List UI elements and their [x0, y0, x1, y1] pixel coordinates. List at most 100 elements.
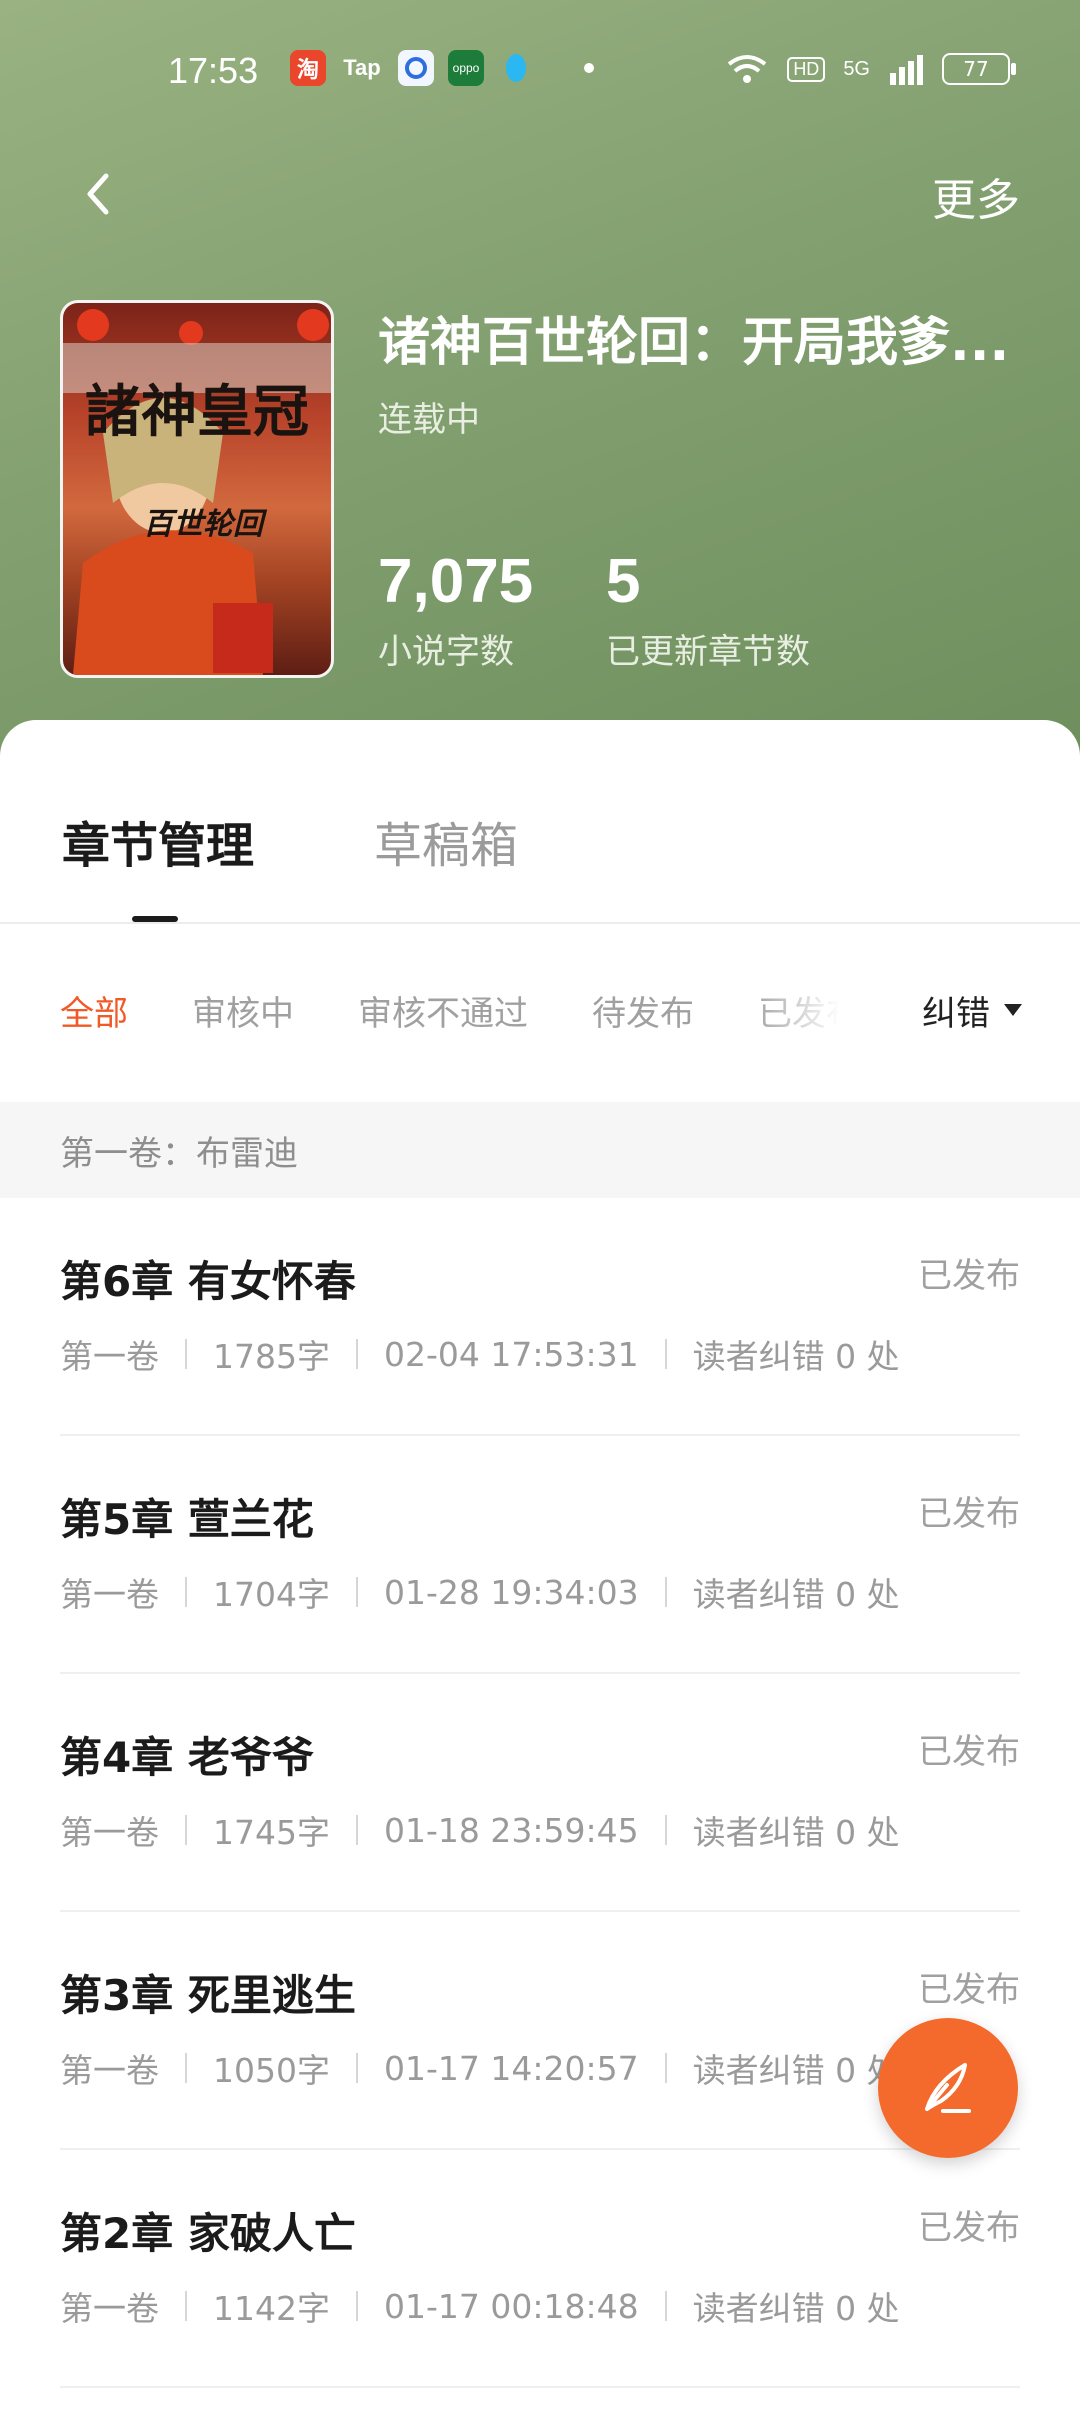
tab-bar: 章节管理 草稿箱: [0, 720, 1080, 922]
qq-icon: [498, 50, 534, 86]
chapter-volume: 第一卷: [60, 2051, 159, 2090]
chapter-status: 已发布: [918, 1256, 1020, 1296]
filter-all[interactable]: 全部: [60, 986, 128, 1035]
tabs-divider: [0, 922, 1080, 924]
cover-subtitle-text: 百世轮回: [143, 507, 263, 542]
chapter-corrections: 读者纠错 0 处: [692, 2289, 900, 2328]
chapter-status: 已发布: [918, 1970, 1020, 2010]
chapter-time: 01-17 14:20:57: [383, 2048, 639, 2088]
cover-title-text: 諸神皇冠: [85, 379, 309, 445]
meta-separator: [355, 2291, 358, 2321]
status-app-icons: 淘 Tap oppo: [290, 50, 594, 86]
chapter-meta: 第一卷 1785字 02-04 17:53:31 读者纠错 0 处: [60, 1330, 900, 1378]
row-divider: [60, 2386, 1020, 2388]
chapter-word-count: 1745字: [213, 1813, 330, 1852]
meta-separator: [664, 2053, 667, 2083]
oppo-icon: oppo: [448, 50, 484, 86]
chapter-volume: 第一卷: [60, 1575, 159, 1614]
meta-separator: [185, 2291, 187, 2321]
chapter-row[interactable]: 第3章 死里逃生 已发布 第一卷 1050字 01-17 14:20:57 读者…: [60, 1912, 1020, 2150]
chapter-meta: 第一卷 1142字 01-17 00:18:48 读者纠错 0 处: [60, 2282, 900, 2330]
filter-rejected[interactable]: 审核不通过: [358, 986, 528, 1035]
network-type: 5G: [843, 57, 870, 80]
back-arrow-icon: [87, 173, 109, 215]
hd-icon: HD: [787, 56, 826, 82]
chapter-volume: 第一卷: [60, 1813, 159, 1852]
tab-chapter-management[interactable]: 章节管理: [62, 806, 254, 876]
chapter-row[interactable]: 第5章 萱兰花 已发布 第一卷 1704字 01-28 19:34:03 读者纠…: [60, 1436, 1020, 1674]
notification-dot-icon: [584, 63, 594, 73]
stat-label: 小说字数: [378, 632, 514, 672]
chapter-panel: 章节管理 草稿箱 全部 审核中 审核不通过 待发布 已发布 纠错 第一卷：布雷迪…: [0, 720, 1080, 2412]
volume-title: 第一卷：布雷迪: [60, 1134, 298, 1174]
book-cover-art: [63, 309, 331, 675]
chapter-time: 01-17 00:18:48: [383, 2286, 639, 2326]
chapter-corrections: 读者纠错 0 处: [692, 1575, 900, 1614]
chapter-meta: 第一卷 1050字 01-17 14:20:57 读者纠错 0 处: [60, 2044, 900, 2092]
meta-separator: [185, 1339, 187, 1369]
meta-separator: [355, 1815, 358, 1845]
taobao-icon: 淘: [290, 50, 326, 86]
chapter-title: 第5章 萱兰花: [60, 1495, 314, 1544]
chapter-title: 第3章 死里逃生: [60, 1971, 356, 2020]
meta-separator: [664, 1577, 667, 1607]
tab-drafts[interactable]: 草稿箱: [374, 806, 518, 876]
chapter-row[interactable]: 第6章 有女怀春 已发布 第一卷 1785字 02-04 17:53:31 读者…: [60, 1198, 1020, 1436]
book-title: 诸神百世轮回：开局我爹...: [378, 313, 1010, 373]
chapter-title: 第6章 有女怀春: [60, 1257, 356, 1306]
chapter-corrections: 读者纠错 0 处: [692, 2051, 900, 2090]
correction-filter-dropdown[interactable]: 纠错: [922, 980, 1022, 1040]
chapter-title: 第2章 家破人亡: [60, 2209, 356, 2258]
chapter-time: 02-04 17:53:31: [383, 1334, 639, 1374]
meta-separator: [355, 2053, 358, 2083]
chapter-volume: 第一卷: [60, 1337, 159, 1376]
filter-pending[interactable]: 待发布: [592, 986, 694, 1035]
chapter-word-count: 1050字: [213, 2051, 330, 2090]
chapter-word-count: 1704字: [213, 1575, 330, 1614]
caret-down-icon: [1004, 1004, 1022, 1016]
stat-value: 5: [606, 547, 641, 616]
meta-separator: [355, 1339, 358, 1369]
chapter-word-count: 1785字: [213, 1337, 330, 1376]
chapter-title: 第4章 老爷爷: [60, 1733, 314, 1782]
chapter-time: 01-28 19:34:03: [383, 1572, 639, 1612]
chapter-meta: 第一卷 1745字 01-18 23:59:45 读者纠错 0 处: [60, 1806, 900, 1854]
status-filter-bar: 全部 审核中 审核不通过 待发布 已发布 纠错: [0, 980, 1080, 1040]
chapter-status: 已发布: [918, 2208, 1020, 2248]
chapter-time: 01-18 23:59:45: [383, 1810, 639, 1850]
chapter-corrections: 读者纠错 0 处: [692, 1337, 900, 1376]
chapter-corrections: 读者纠错 0 处: [692, 1813, 900, 1852]
filter-reviewing[interactable]: 审核中: [192, 986, 294, 1035]
chapter-row[interactable]: 第4章 老爷爷 已发布 第一卷 1745字 01-18 23:59:45 读者纠…: [60, 1674, 1020, 1912]
stat-label: 已更新章节数: [606, 632, 810, 672]
meta-separator: [664, 1339, 667, 1369]
chapter-volume: 第一卷: [60, 2289, 159, 2328]
status-bar: 17:53 淘 Tap oppo HD 5G 77: [0, 40, 1080, 104]
book-header: 17:53 淘 Tap oppo HD 5G 77 更多 諸神皇冠 百世轮回 诸…: [0, 0, 1080, 760]
write-chapter-fab[interactable]: [878, 2018, 1018, 2158]
chapter-status: 已发布: [918, 1732, 1020, 1772]
chapter-row[interactable]: 第2章 家破人亡 已发布 第一卷 1142字 01-17 00:18:48 读者…: [60, 2150, 1020, 2388]
battery-icon: 77: [942, 53, 1016, 85]
book-cover[interactable]: 諸神皇冠 百世轮回: [60, 300, 334, 678]
back-button[interactable]: [70, 164, 130, 224]
battery-level: 77: [963, 57, 989, 81]
meta-separator: [185, 1815, 187, 1845]
book-status: 连载中: [378, 400, 480, 440]
chapter-count-stat: 5 已更新章节数: [606, 546, 810, 673]
signal-icon: [890, 55, 923, 85]
chapter-word-count: 1142字: [213, 2289, 330, 2328]
top-bar: 更多: [0, 150, 1080, 240]
correction-label: 纠错: [922, 993, 990, 1034]
filter-published[interactable]: 已发布: [758, 986, 840, 1035]
stat-value: 7,075: [378, 547, 534, 616]
chapter-status: 已发布: [918, 1494, 1020, 1534]
word-count-stat: 7,075 小说字数: [378, 546, 533, 673]
filter-scroll[interactable]: 全部 审核中 审核不通过 待发布 已发布: [60, 980, 840, 1040]
volume-header: 第一卷：布雷迪: [0, 1102, 1080, 1198]
status-indicators: HD 5G 77: [725, 52, 1016, 86]
chapter-meta: 第一卷 1704字 01-28 19:34:03 读者纠错 0 处: [60, 1568, 900, 1616]
cloud-app-icon: [398, 50, 434, 86]
meta-separator: [664, 2291, 667, 2321]
more-button[interactable]: 更多: [932, 164, 1020, 228]
